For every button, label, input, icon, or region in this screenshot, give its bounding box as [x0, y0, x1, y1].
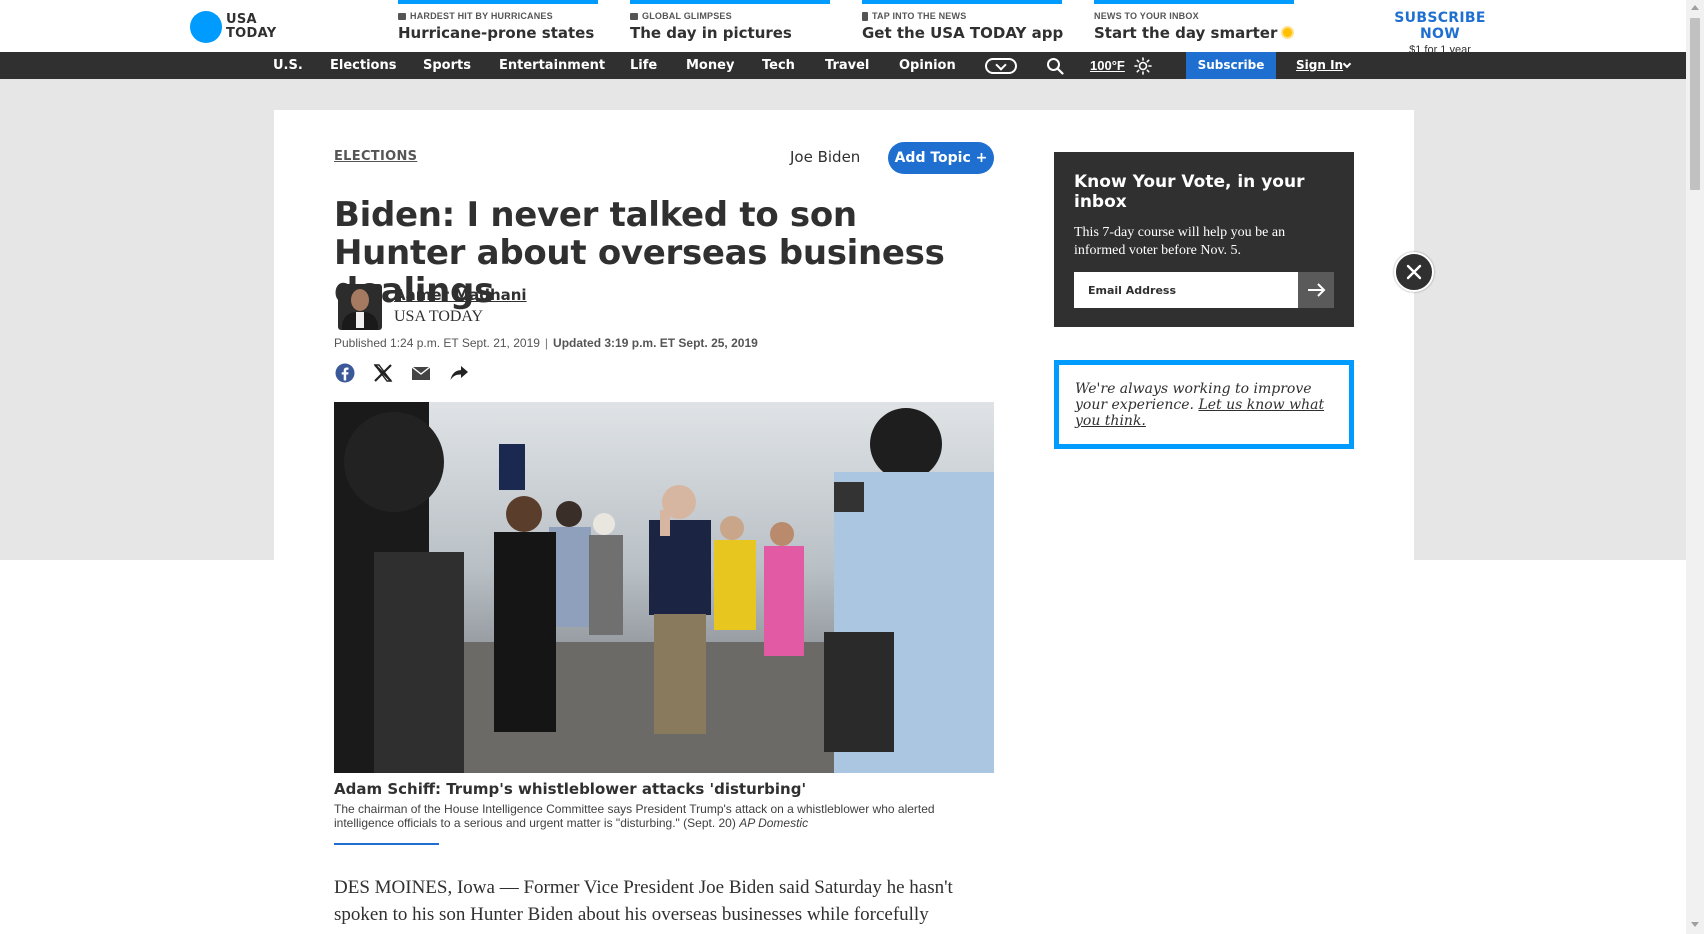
article-body: DES MOINES, Iowa — Former Vice President… — [334, 877, 953, 925]
promo-bar — [630, 0, 830, 4]
sun-icon — [1281, 26, 1295, 39]
dateline: Published 1:24 p.m. ET Sept. 21, 2019 | Up… — [334, 336, 758, 350]
top-header: USA TODAY HARDEST HIT BY HURRICANES Hurr… — [0, 0, 1686, 56]
feedback-box: We're always working to improve your exp… — [1054, 360, 1354, 449]
promo-bar — [1094, 0, 1294, 4]
published-date: Published 1:24 p.m. ET Sept. 21, 2019 — [334, 336, 540, 350]
newsletter-title: Know Your Vote, in your inbox — [1074, 172, 1305, 212]
vertical-scrollbar[interactable] — [1686, 0, 1704, 934]
caption-divider — [334, 843, 439, 845]
more-menu-chevron-icon[interactable] — [985, 58, 1017, 74]
promo-headline: Get the USA TODAY app — [862, 24, 1064, 42]
updated-date: Updated 3:19 p.m. ET Sept. 25, 2019 — [553, 336, 758, 350]
gallery-icon — [630, 12, 638, 20]
promo-kicker: NEWS TO YOUR INBOX — [1094, 11, 1199, 21]
nav-item-money[interactable]: Money — [686, 52, 734, 79]
newsletter-signup: Know Your Vote, in your inbox This 7-day… — [1054, 152, 1354, 327]
email-field[interactable] — [1074, 272, 1298, 308]
author-avatar — [338, 284, 382, 330]
nav-item-life[interactable]: Life — [630, 52, 657, 79]
x-icon[interactable] — [372, 362, 394, 384]
nav-item-travel[interactable]: Travel — [825, 52, 869, 79]
section-link[interactable]: ELECTIONS — [334, 149, 417, 164]
content-area: ELECTIONS Joe Biden Add Topic + Biden: I… — [274, 110, 1434, 934]
logo-line-2: TODAY — [226, 26, 277, 41]
newsletter-description: This 7-day course will help you be an in… — [1074, 225, 1286, 258]
promo-kicker: TAP INTO THE NEWS — [862, 11, 1062, 21]
arrow-right-icon — [1308, 283, 1326, 297]
promo-kicker: HARDEST HIT BY HURRICANES — [398, 11, 598, 21]
logo-text: USA TODAY — [226, 13, 276, 41]
share-icon[interactable] — [448, 362, 470, 384]
promo-headline: Hurricane-prone states — [398, 24, 595, 42]
facebook-icon[interactable] — [334, 362, 356, 384]
nav-item-us[interactable]: U.S. — [273, 52, 303, 79]
chevron-down-icon[interactable] — [1342, 59, 1352, 69]
logo-circle — [190, 11, 222, 43]
promo-pictures[interactable]: GLOBAL GLIMPSES The day in pictures — [630, 0, 830, 42]
logo-line-1: USA — [226, 12, 257, 27]
video-caption-title[interactable]: Adam Schiff: Trump's whistleblower attac… — [334, 780, 806, 798]
nav-item-sports[interactable]: Sports — [423, 52, 471, 79]
newsletter-submit-button[interactable] — [1298, 272, 1334, 308]
weather-temperature[interactable]: 100°F — [1090, 52, 1125, 79]
caption-credit: AP Domestic — [739, 816, 809, 830]
subscribe-now-link[interactable]: SUBSCRIBE NOW $1 for 1 year — [1372, 10, 1508, 56]
gallery-icon — [398, 12, 406, 20]
add-topic-button[interactable]: Add Topic + — [888, 142, 994, 174]
close-icon — [1406, 264, 1422, 280]
nav-item-elections[interactable]: Elections — [330, 52, 396, 79]
subscribe-now-label: SUBSCRIBE NOW — [1394, 10, 1486, 42]
author-organization: USA TODAY — [394, 308, 484, 325]
usa-today-logo[interactable]: USA TODAY — [190, 11, 276, 43]
lead-photo[interactable] — [334, 402, 994, 773]
main-nav: U.S. Elections Sports Entertainment Life… — [0, 52, 1686, 79]
promo-headline: The day in pictures — [630, 24, 792, 42]
promo-hurricanes[interactable]: HARDEST HIT BY HURRICANES Hurricane-pron… — [398, 0, 598, 42]
email-icon[interactable] — [410, 362, 432, 384]
topic-name[interactable]: Joe Biden — [790, 148, 860, 166]
sign-in-link[interactable]: Sign In — [1296, 52, 1343, 79]
promo-bar — [398, 0, 598, 4]
promo-app[interactable]: TAP INTO THE NEWS Get the USA TODAY app — [862, 0, 1064, 42]
video-caption-text: The chairman of the House Intelligence C… — [334, 802, 935, 830]
nav-subscribe-button[interactable]: Subscribe — [1186, 52, 1276, 79]
page: USA TODAY HARDEST HIT BY HURRICANES Hurr… — [0, 0, 1704, 934]
scroll-down-arrow-icon[interactable] — [1691, 922, 1699, 927]
phone-icon — [862, 11, 868, 21]
sun-icon — [1134, 57, 1152, 75]
promo-headline: Start the day smarter — [1094, 24, 1295, 42]
scroll-up-arrow-icon[interactable] — [1691, 5, 1699, 10]
nav-item-entertainment[interactable]: Entertainment — [499, 52, 605, 79]
author-name-link[interactable]: Aamer Madhani — [394, 286, 527, 304]
date-separator: | — [544, 336, 549, 350]
nav-item-tech[interactable]: Tech — [762, 52, 795, 79]
scrollbar-thumb[interactable] — [1690, 18, 1700, 190]
search-icon[interactable] — [1046, 57, 1064, 75]
promo-newsletter[interactable]: NEWS TO YOUR INBOX Start the day smarter — [1094, 0, 1295, 42]
promo-kicker: GLOBAL GLIMPSES — [630, 11, 830, 21]
nav-item-opinion[interactable]: Opinion — [899, 52, 956, 79]
promo-bar — [862, 0, 1062, 4]
close-button[interactable] — [1394, 252, 1434, 292]
